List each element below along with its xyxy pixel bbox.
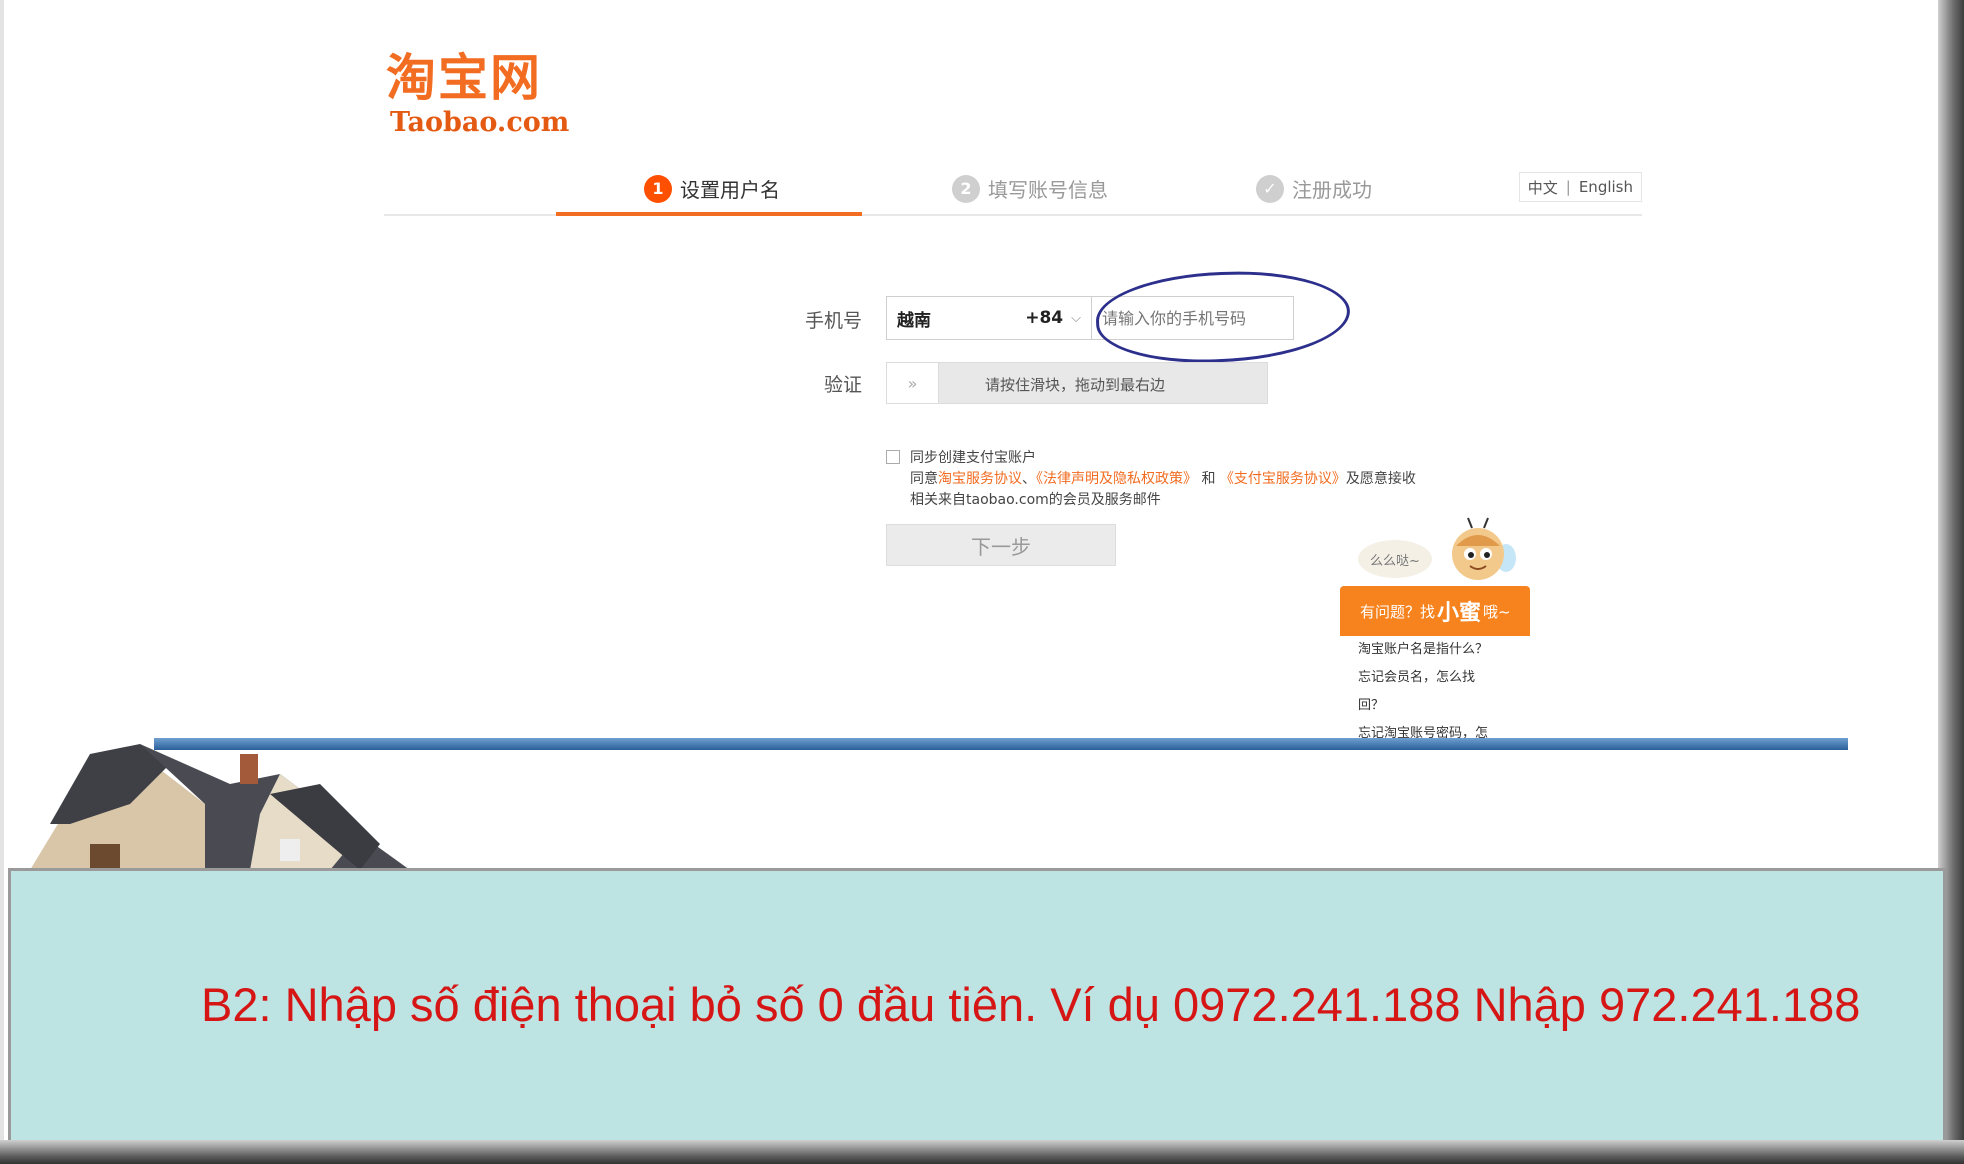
slider-handle[interactable]: » (887, 363, 939, 403)
chevron-down-icon: ⌵ (1071, 310, 1081, 326)
lang-chinese[interactable]: 中文 (1520, 177, 1566, 198)
country-name: 越南 (897, 310, 931, 331)
agree-and: 和 (1197, 471, 1220, 487)
alipay-agreement-link[interactable]: 《支付宝服务协议》 (1220, 471, 1346, 487)
email-consent-text: 相关来自taobao.com的会员及服务邮件 (910, 492, 1161, 508)
lang-english[interactable]: English (1571, 178, 1641, 196)
helper-faq-item[interactable]: 淘宝账户名是指什么？ (1340, 636, 1530, 664)
next-step-button[interactable]: 下一步 (886, 524, 1116, 566)
step-success: ✓ 注册成功 (1256, 174, 1372, 203)
service-agreement-link[interactable]: 淘宝服务协议 (938, 471, 1022, 487)
agree-prefix: 同意 (910, 471, 938, 487)
language-switcher: 中文 | English (1518, 172, 1642, 202)
helper-faq-item[interactable]: 回？ (1340, 692, 1530, 720)
slider-hint: 请按住滑块，拖动到最右边 (985, 376, 1166, 394)
create-alipay-label: 同步创建支付宝账户 (910, 450, 1036, 466)
helper-head-prefix: 有问题？找 (1360, 602, 1436, 621)
check-icon: ✓ (1256, 174, 1284, 203)
agree-sep: 、 (1022, 471, 1036, 487)
speech-bubble: 么么哒~ (1358, 540, 1432, 578)
bee-mascot-icon[interactable] (1446, 516, 1518, 588)
agree-suffix: 及愿意接收 (1345, 471, 1416, 487)
country-select[interactable]: 越南 +84 ⌵ (886, 296, 1092, 340)
frame-bottom (0, 1140, 1964, 1164)
helper-head-suffix: 哦~ (1483, 602, 1511, 621)
registration-steps: 1 设置用户名 2 填写账号信息 ✓ 注册成功 中文 | English (384, 168, 1642, 216)
step-label: 设置用户名 (680, 178, 780, 202)
logo-domain: Taobao.com (390, 107, 570, 138)
step-number-1: 1 (644, 174, 672, 203)
step-number-2: 2 (952, 174, 980, 203)
caption-text: B2: Nhập số điện thoại bỏ số 0 đầu tiên.… (201, 978, 1861, 1031)
agreement-block: 同步创建支付宝账户 同意淘宝服务协议、《法律声明及隐私权政策》 和 《支付宝服务… (886, 448, 1416, 511)
logo-chinese: 淘宝网 (386, 49, 542, 107)
step-label: 注册成功 (1292, 178, 1372, 202)
taobao-logo[interactable]: 淘宝网 Taobao.com (386, 50, 586, 140)
active-step-underline (556, 212, 862, 216)
instruction-caption: B2: Nhập số điện thoại bỏ số 0 đầu tiên.… (8, 868, 1946, 1144)
step-label: 填写账号信息 (988, 178, 1108, 202)
helper-faq-item[interactable]: 忘记会员名，怎么找 (1340, 664, 1530, 692)
country-code: +84 (1025, 308, 1064, 328)
alipay-checkbox[interactable] (886, 450, 900, 464)
helper-panel: 有问题？找 小蜜 哦~ 淘宝账户名是指什么？ 忘记会员名，怎么找 回？ 忘记淘宝账号… (1340, 586, 1530, 746)
phone-label: 手机号 (804, 310, 862, 332)
slider-captcha[interactable]: » 请按住滑块，拖动到最右边 (886, 362, 1268, 404)
legal-privacy-link[interactable]: 《法律声明及隐私权政策》 (1036, 471, 1197, 487)
step-account-info: 2 填写账号信息 (952, 174, 1108, 203)
frame-left (0, 0, 4, 1164)
verify-label: 验证 (823, 374, 862, 396)
step-set-username: 1 设置用户名 (644, 174, 780, 203)
house-illustration (30, 744, 410, 870)
helper-head-name: 小蜜 (1437, 601, 1482, 626)
hand-drawn-circle-annotation (1094, 267, 1352, 367)
helper-header[interactable]: 有问题？找 小蜜 哦~ (1340, 586, 1530, 636)
